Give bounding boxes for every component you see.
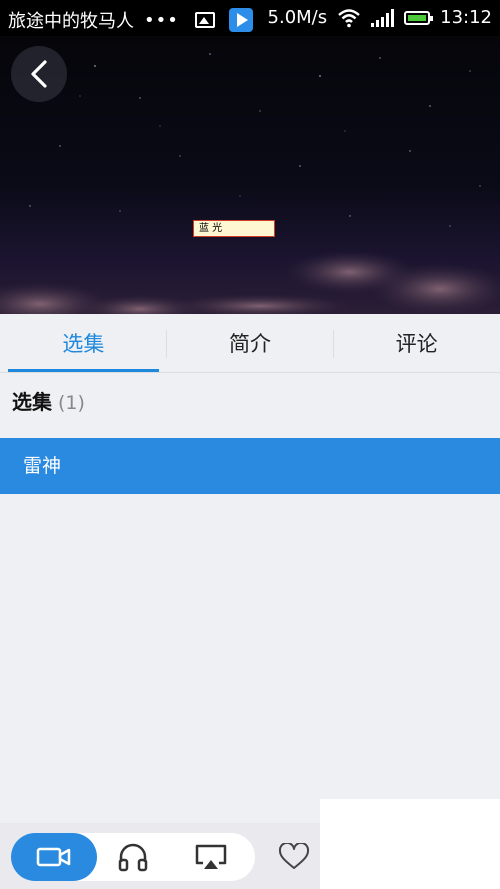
- back-button[interactable]: [11, 46, 67, 102]
- signal-icon: [371, 8, 395, 27]
- episodes-count: (1): [58, 392, 85, 414]
- back-arrow-icon: [31, 60, 47, 88]
- blank-area: [320, 799, 500, 889]
- tab-divider: [166, 330, 167, 358]
- airplay-icon: [195, 844, 227, 869]
- tab-divider: [333, 330, 334, 358]
- more-notifications-dots: •••: [144, 9, 179, 31]
- tab-episodes[interactable]: 选集: [0, 316, 167, 372]
- video-player[interactable]: 蓝 光: [0, 36, 500, 314]
- heart-icon: [278, 841, 310, 869]
- headphones-icon: [118, 843, 148, 872]
- notification-title: 旅途中的牧马人: [8, 11, 134, 32]
- battery-icon: [404, 10, 434, 25]
- wifi-icon: [337, 8, 361, 28]
- status-bar: 旅途中的牧马人 ••• 5.0M/s 13:12: [0, 0, 500, 36]
- episode-item[interactable]: 雷神: [0, 438, 500, 494]
- tab-comments[interactable]: 评论: [333, 316, 500, 372]
- favorite-button[interactable]: [278, 841, 312, 873]
- video-mode-button[interactable]: [11, 833, 97, 881]
- cast-mode-button[interactable]: [181, 833, 241, 881]
- playback-mode-switch: [11, 833, 255, 881]
- play-store-icon: [228, 8, 253, 32]
- gallery-icon: [194, 12, 215, 28]
- episodes-heading-label: 选集: [12, 390, 52, 414]
- content-tabs: 选集 简介 评论: [0, 316, 500, 373]
- audio-mode-button[interactable]: [103, 833, 163, 881]
- clock-time: 13:12: [440, 7, 492, 28]
- bottom-bar: [0, 823, 320, 889]
- episodes-heading: 选集 (1): [12, 386, 85, 415]
- status-bar-left: 旅途中的牧马人 •••: [8, 7, 253, 33]
- clouds-graphic: [0, 250, 500, 314]
- tab-intro[interactable]: 简介: [167, 316, 334, 372]
- video-icon: [36, 847, 71, 867]
- status-bar-right: 5.0M/s 13:12: [268, 7, 492, 28]
- network-speed: 5.0M/s: [267, 7, 328, 28]
- quality-label-box: 蓝 光: [193, 220, 275, 237]
